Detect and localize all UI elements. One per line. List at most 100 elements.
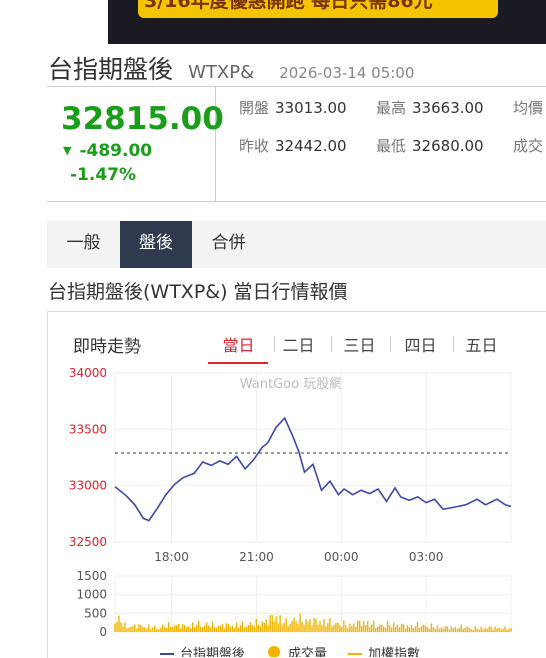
volume-bar: [148, 624, 150, 632]
volume-bar: [498, 627, 500, 632]
volume-bar: [301, 621, 303, 632]
volume-bar: [185, 627, 188, 632]
volume-bar: [251, 624, 254, 632]
volume-bar: [293, 617, 295, 632]
volume-bar: [408, 627, 411, 632]
volume-bar: [416, 622, 419, 632]
volume-bar: [237, 627, 240, 632]
volume-bar: [363, 621, 365, 632]
volume-bar: [215, 627, 218, 632]
volume-bar: [369, 627, 371, 632]
volume-bar: [223, 628, 226, 632]
volume-bar: [426, 627, 429, 632]
volume-bar: [396, 624, 399, 632]
volume-bar: [386, 620, 389, 632]
volume-bar: [158, 629, 160, 632]
volume-bar: [442, 628, 445, 632]
volume-bar: [470, 629, 472, 632]
price-plot-area: [114, 372, 512, 543]
volume-bar: [468, 627, 470, 632]
price-tick-label: 33000: [69, 479, 107, 493]
volume-bar: [177, 623, 180, 632]
volume-bar: [297, 624, 299, 632]
volume-bar: [398, 627, 401, 632]
volume-bar: [361, 625, 363, 632]
time-tick-label: 00:00: [324, 550, 359, 564]
volume-bar: [472, 629, 474, 632]
volume-bar: [508, 628, 510, 632]
volume-bar: [331, 627, 333, 632]
volume-bar: [261, 621, 263, 632]
volume-bar: [132, 625, 134, 632]
volume-bar: [359, 620, 361, 632]
volume-bar: [203, 625, 206, 632]
volume-bar: [436, 625, 439, 632]
volume-bar: [189, 628, 192, 632]
volume-bar: [460, 624, 462, 632]
volume-bar: [414, 626, 417, 632]
legend-label: 加權指數: [368, 647, 420, 657]
volume-bar: [209, 627, 212, 632]
volume-bar: [136, 628, 138, 632]
volume-bar: [144, 627, 146, 632]
volume-bar: [281, 625, 283, 632]
volume-tick-label: 500: [84, 606, 107, 620]
volume-bar: [217, 625, 220, 632]
volume-bar: [191, 622, 194, 632]
price-tick-label: 32500: [69, 535, 107, 549]
volume-bar: [329, 617, 331, 632]
volume-bar: [273, 621, 275, 632]
volume-bar: [506, 629, 508, 632]
volume-bar: [500, 629, 502, 632]
volume-bar: [207, 625, 210, 632]
volume-bar: [146, 628, 148, 632]
volume-bar: [179, 628, 182, 632]
volume-bar: [422, 624, 425, 632]
volume-bar: [490, 626, 492, 632]
volume-bar: [164, 626, 166, 632]
volume-bar: [211, 621, 214, 632]
volume-bar: [392, 622, 395, 632]
volume-bar: [267, 625, 269, 632]
volume-bar: [172, 626, 174, 632]
volume-bar: [299, 613, 301, 632]
volume-bar: [430, 623, 433, 632]
volume-bar: [428, 628, 431, 632]
volume-bar: [279, 615, 281, 632]
volume-bar: [480, 626, 482, 632]
volume-bar: [440, 627, 443, 632]
volume-bar: [199, 626, 202, 632]
volume-bar: [446, 626, 449, 632]
volume-bar: [337, 622, 339, 632]
volume-bar: [345, 625, 347, 632]
volume-tick-label: 1500: [76, 569, 107, 583]
volume-bar: [197, 620, 200, 632]
volume-bar: [243, 627, 246, 632]
volume-bar: [193, 627, 196, 632]
volume-bar: [412, 628, 415, 632]
volume-bar: [420, 626, 423, 632]
volume-bar: [233, 628, 236, 632]
volume-bar: [488, 626, 490, 632]
volume-bar: [476, 628, 478, 632]
volume-bar: [221, 624, 224, 632]
volume-bar: [464, 627, 466, 632]
volume-bar: [452, 628, 454, 632]
volume-bar: [225, 623, 228, 632]
volume-bar: [367, 621, 369, 632]
volume-bar: [484, 628, 486, 632]
volume-bar: [309, 619, 311, 632]
volume-bar: [247, 624, 250, 632]
volume-bar: [335, 623, 337, 632]
volume-bar: [255, 618, 257, 632]
volume-bar: [287, 626, 289, 632]
volume-bar: [168, 622, 170, 632]
volume-bar: [492, 629, 494, 632]
volume-bar: [390, 627, 393, 632]
volume-bar: [289, 623, 291, 632]
volume-bar: [400, 623, 403, 632]
volume-bar: [486, 628, 488, 632]
volume-bar: [160, 627, 162, 632]
volume-bar: [152, 627, 154, 632]
volume-bar: [156, 628, 158, 632]
